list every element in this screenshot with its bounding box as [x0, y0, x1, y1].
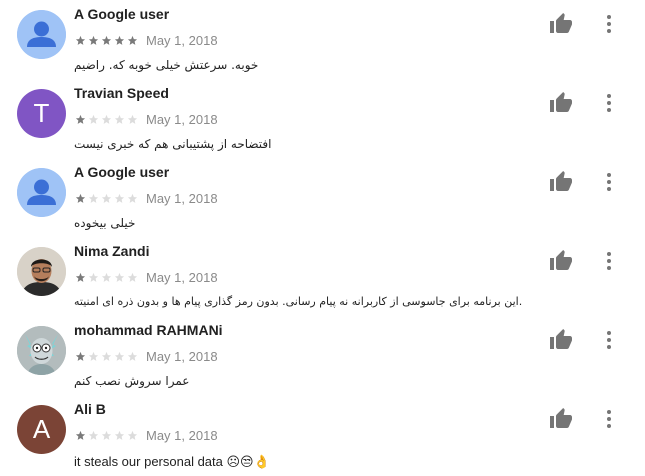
avatar	[17, 247, 66, 296]
author-name: A Google user	[74, 164, 170, 180]
star-filled-icon	[75, 351, 86, 361]
star-filled-icon	[101, 35, 112, 45]
default-person-icon	[17, 10, 66, 59]
star-empty-icon	[127, 351, 138, 361]
star-rating	[75, 193, 140, 204]
star-empty-icon	[101, 272, 112, 282]
review-date: May 1, 2018	[146, 427, 218, 443]
review-item: A Google user May 1, 2018 خیلی بیخوده	[0, 158, 645, 237]
rating-row: May 1, 2018	[75, 427, 218, 443]
star-empty-icon	[114, 351, 125, 361]
review-date: May 1, 2018	[146, 269, 218, 285]
review-item: T Travian Speed May 1, 2018 افتضاحه از پ…	[0, 79, 645, 158]
star-empty-icon	[127, 430, 138, 440]
avatar: T	[17, 89, 66, 138]
avatar	[17, 168, 66, 217]
author-name: Nima Zandi	[74, 243, 150, 259]
review-item: A Ali B May 1, 2018 it steals our person…	[0, 395, 645, 474]
star-filled-icon	[88, 35, 99, 45]
profile-cartoon-image	[17, 326, 66, 375]
star-empty-icon	[88, 114, 99, 124]
star-empty-icon	[114, 193, 125, 203]
star-filled-icon	[75, 193, 86, 203]
rating-row: May 1, 2018	[75, 111, 218, 127]
star-rating	[75, 351, 140, 362]
avatar: A	[17, 405, 66, 454]
star-empty-icon	[101, 351, 112, 361]
star-empty-icon	[88, 272, 99, 282]
avatar	[17, 326, 66, 375]
more-options-icon[interactable]	[599, 249, 619, 273]
author-name: mohammad RAHMANi	[74, 322, 223, 338]
rating-row: May 1, 2018	[75, 190, 218, 206]
avatar-letter: T	[33, 98, 50, 128]
rating-row: May 1, 2018	[75, 269, 218, 285]
review-date: May 1, 2018	[146, 111, 218, 127]
author-name: Travian Speed	[74, 85, 169, 101]
review-text: it steals our personal data ☹😒👌	[74, 454, 270, 469]
thumbs-up-icon[interactable]	[549, 249, 573, 273]
star-filled-icon	[114, 35, 125, 45]
review-text: عمرا سروش نصب کنم	[74, 374, 190, 388]
star-filled-icon	[75, 114, 86, 124]
star-filled-icon	[75, 35, 86, 45]
star-empty-icon	[101, 114, 112, 124]
star-empty-icon	[127, 193, 138, 203]
star-empty-icon	[114, 114, 125, 124]
thumbs-up-icon[interactable]	[549, 407, 573, 431]
review-item: Nima Zandi May 1, 2018 این برنامه برای ج…	[0, 237, 645, 316]
star-rating	[75, 272, 140, 283]
review-date: May 1, 2018	[146, 348, 218, 364]
author-name: Ali B	[74, 401, 106, 417]
more-options-icon[interactable]	[599, 170, 619, 194]
thumbs-up-icon[interactable]	[549, 12, 573, 36]
review-text: خیلی بیخوده	[74, 216, 136, 230]
rating-row: May 1, 2018	[75, 32, 218, 48]
review-date: May 1, 2018	[146, 190, 218, 206]
avatar	[17, 10, 66, 59]
more-options-icon[interactable]	[599, 12, 619, 36]
more-options-icon[interactable]	[599, 328, 619, 352]
profile-photo	[17, 247, 66, 296]
star-rating	[75, 114, 140, 125]
star-empty-icon	[127, 114, 138, 124]
review-date: May 1, 2018	[146, 32, 218, 48]
thumbs-up-icon[interactable]	[549, 170, 573, 194]
review-text: افتضاحه از پشتیبانی هم که خبری نیست	[74, 137, 272, 151]
review-text: خوبه. سرعتش خیلی خوبه که. راضیم	[74, 58, 259, 72]
avatar-letter: A	[32, 414, 51, 444]
default-person-icon	[17, 168, 66, 217]
thumbs-up-icon[interactable]	[549, 328, 573, 352]
star-empty-icon	[114, 430, 125, 440]
more-options-icon[interactable]	[599, 91, 619, 115]
star-rating	[75, 430, 140, 441]
review-item: mohammad RAHMANi May 1, 2018 عمرا سروش ن…	[0, 316, 645, 395]
star-empty-icon	[88, 351, 99, 361]
star-empty-icon	[88, 193, 99, 203]
star-empty-icon	[127, 272, 138, 282]
review-item: A Google user May 1, 2018 خوبه. سرعتش خی…	[0, 0, 645, 79]
star-filled-icon	[75, 430, 86, 440]
star-empty-icon	[101, 430, 112, 440]
more-options-icon[interactable]	[599, 407, 619, 431]
star-filled-icon	[127, 35, 138, 45]
star-empty-icon	[101, 193, 112, 203]
thumbs-up-icon[interactable]	[549, 91, 573, 115]
author-name: A Google user	[74, 6, 170, 22]
star-empty-icon	[88, 430, 99, 440]
rating-row: May 1, 2018	[75, 348, 218, 364]
star-filled-icon	[75, 272, 86, 282]
star-rating	[75, 35, 140, 46]
review-text: این برنامه برای جاسوسی از کاربرانه نه پی…	[74, 295, 523, 308]
star-empty-icon	[114, 272, 125, 282]
